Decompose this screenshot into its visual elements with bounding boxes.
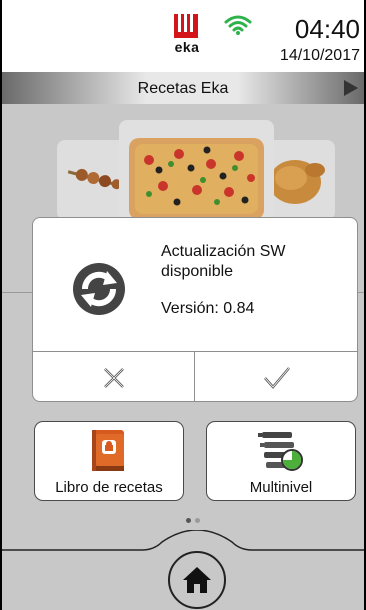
- page-title: Recetas Eka: [137, 80, 229, 97]
- recipe-book-button[interactable]: Libro de recetas: [34, 421, 184, 501]
- eka-logo-mark: [174, 14, 198, 38]
- clock-date: 14/10/2017: [279, 47, 360, 64]
- page-dot: [195, 518, 200, 523]
- pizza-picture: [129, 138, 264, 220]
- multilevel-label: Multinivel: [249, 479, 313, 496]
- eka-logo: eka: [170, 14, 206, 60]
- home-button[interactable]: [168, 551, 226, 609]
- multilevel-button[interactable]: Multinivel: [206, 421, 356, 501]
- dialog-version: Versión: 0.84: [161, 300, 255, 317]
- eka-logo-text: eka: [174, 39, 200, 55]
- home-icon: [183, 567, 211, 593]
- recipe-book-label: Libro de recetas: [55, 479, 163, 496]
- dialog-title: Actualización SW disponible: [161, 243, 286, 280]
- recipe-book-icon: [92, 430, 124, 471]
- accept-update-button[interactable]: [195, 352, 357, 401]
- sync-icon: [73, 263, 125, 315]
- cancel-update-button[interactable]: [33, 352, 195, 401]
- status-bar: eka 04:40 14/10/2017: [2, 0, 364, 72]
- wifi-icon: [224, 15, 252, 35]
- app-screen: eka 04:40 14/10/2017 Recetas Eka Actuali…: [0, 0, 366, 610]
- clock-time: 04:40: [294, 14, 360, 44]
- checkmark-icon: [264, 366, 290, 389]
- multilevel-trays-icon: [258, 432, 303, 471]
- pizza-image[interactable]: [119, 120, 274, 230]
- roast-chicken-picture: [269, 160, 325, 204]
- software-update-dialog: Actualización SW disponible Versión: 0.8…: [32, 217, 358, 402]
- roast-chicken-image[interactable]: [267, 140, 335, 220]
- triangle-right-icon[interactable]: [344, 80, 358, 96]
- recipe-collection-header: Recetas Eka: [2, 72, 364, 104]
- page-dot-active: [186, 518, 191, 523]
- close-icon: [103, 367, 124, 388]
